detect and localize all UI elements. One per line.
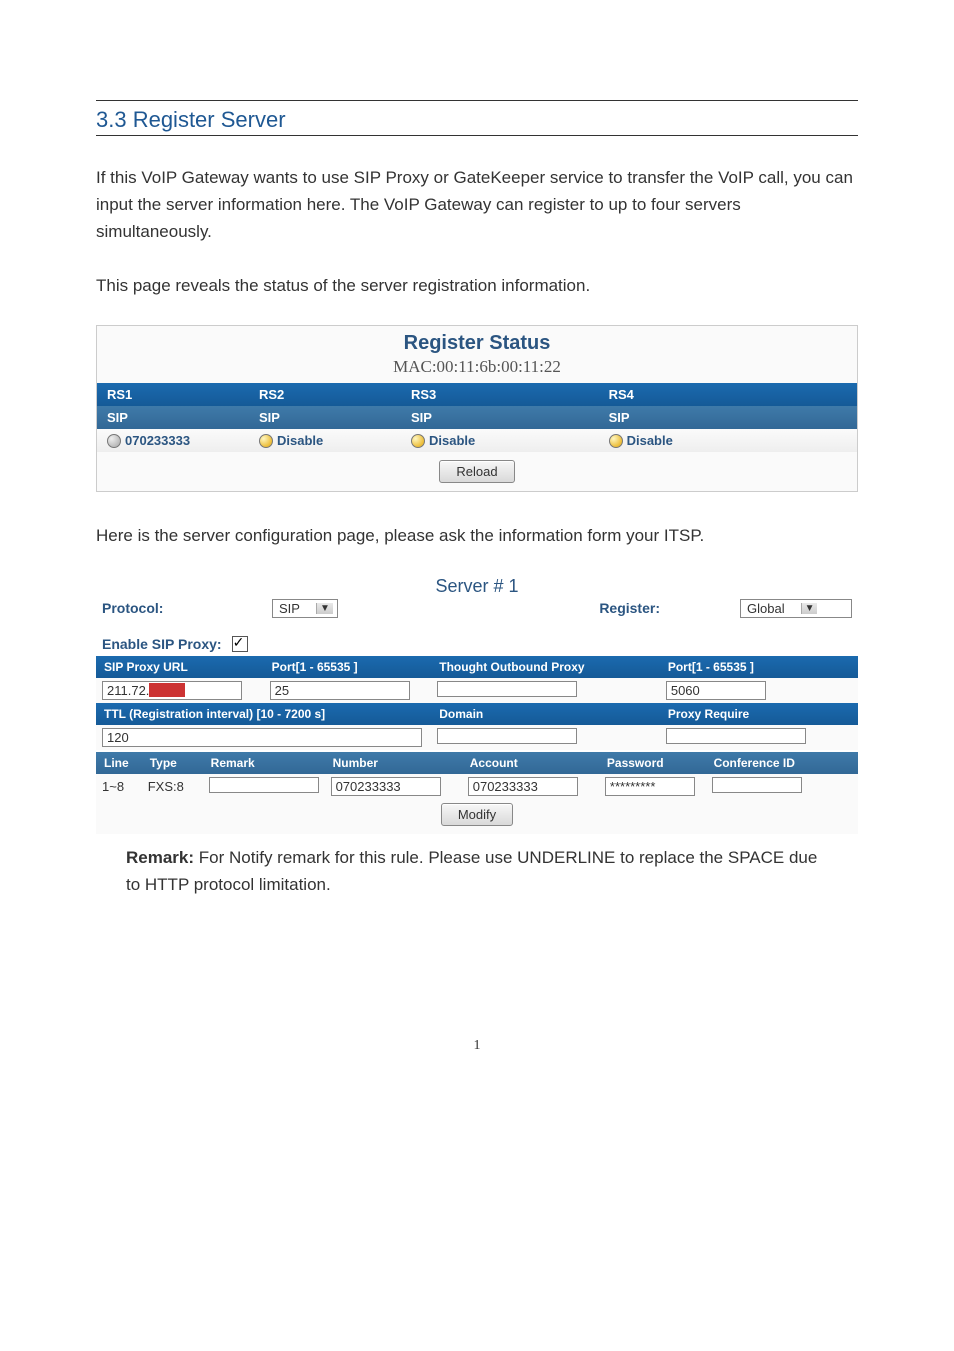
proxy-port-input[interactable]: 25 xyxy=(270,681,410,700)
domain-input[interactable] xyxy=(437,728,577,744)
rs4-status-text: Disable xyxy=(627,433,673,448)
rs2-status-text: Disable xyxy=(277,433,323,448)
outbound-port-header: Port[1 - 65535 ] xyxy=(660,656,858,678)
rs2-protocol: SIP xyxy=(249,406,401,429)
rs1-status-text: 070233333 xyxy=(125,433,190,448)
enable-sip-proxy-checkbox[interactable] xyxy=(232,636,248,652)
mac-address: MAC:00:11:6b:00:11:22 xyxy=(97,357,857,383)
account-input[interactable]: 070233333 xyxy=(468,777,578,796)
register-status-title: Register Status xyxy=(97,326,857,357)
protocol-select-value: SIP xyxy=(279,601,300,616)
remark-text: For Notify remark for this rule. Please … xyxy=(126,848,817,894)
line-table: Line Type Remark Number Account Password… xyxy=(96,752,858,799)
rs1-protocol: SIP xyxy=(97,406,249,429)
remark-header: Remark xyxy=(203,752,325,774)
enable-sip-proxy-label: Enable SIP Proxy: xyxy=(102,636,222,652)
type-header: Type xyxy=(142,752,203,774)
section-heading: 3.3 Register Server xyxy=(96,100,858,136)
protocol-select[interactable]: SIP ▼ xyxy=(272,599,338,618)
register-label: Register: xyxy=(599,600,660,616)
register-select[interactable]: Global ▼ xyxy=(740,599,852,618)
register-select-value: Global xyxy=(747,601,785,616)
conference-id-header: Conference ID xyxy=(706,752,858,774)
intro-para-2: This page reveals the status of the serv… xyxy=(96,272,858,299)
intro-para-3: Here is the server configuration page, p… xyxy=(96,522,858,549)
rs3-protocol: SIP xyxy=(401,406,599,429)
modify-button[interactable]: Modify xyxy=(441,803,513,826)
number-header: Number xyxy=(325,752,462,774)
status-led-icon xyxy=(107,434,121,448)
rs4-status: Disable xyxy=(599,429,857,453)
number-input[interactable]: 070233333 xyxy=(331,777,441,796)
rs3-status-text: Disable xyxy=(429,433,475,448)
account-header: Account xyxy=(462,752,599,774)
register-status-table: RS1 RS2 RS3 RS4 SIP SIP SIP SIP 07023333… xyxy=(97,383,857,453)
proxy-require-input[interactable] xyxy=(666,728,806,744)
redacted-block xyxy=(149,683,185,697)
status-led-icon xyxy=(411,434,425,448)
rs4-protocol: SIP xyxy=(599,406,857,429)
chevron-down-icon: ▼ xyxy=(316,603,333,614)
outbound-proxy-header: Thought Outbound Proxy xyxy=(431,656,660,678)
proxy-url-header: SIP Proxy URL xyxy=(96,656,264,678)
status-led-icon xyxy=(259,434,273,448)
password-input[interactable]: ********* xyxy=(605,777,695,796)
line-header: Line xyxy=(96,752,142,774)
rs1-header: RS1 xyxy=(97,383,249,406)
rs1-status: 070233333 xyxy=(97,429,249,453)
page-number: 1 xyxy=(96,1038,858,1054)
outbound-proxy-input[interactable] xyxy=(437,681,577,697)
rs2-header: RS2 xyxy=(249,383,401,406)
protocol-label: Protocol: xyxy=(102,600,262,616)
remark-input[interactable] xyxy=(209,777,319,793)
proxy-require-header: Proxy Require xyxy=(660,703,858,725)
reload-button[interactable]: Reload xyxy=(439,460,514,483)
remark-label: Remark: xyxy=(126,848,194,867)
domain-header: Domain xyxy=(431,703,660,725)
ttl-header: TTL (Registration interval) [10 - 7200 s… xyxy=(96,703,431,725)
proxy-port-header: Port[1 - 65535 ] xyxy=(264,656,432,678)
rs4-header: RS4 xyxy=(599,383,857,406)
proxy-table: SIP Proxy URL Port[1 - 65535 ] Thought O… xyxy=(96,656,858,750)
proxy-url-value: 211.72. xyxy=(107,683,149,698)
chevron-down-icon: ▼ xyxy=(801,603,818,614)
password-header: Password xyxy=(599,752,706,774)
intro-para-1: If this VoIP Gateway wants to use SIP Pr… xyxy=(96,164,858,246)
rs3-status: Disable xyxy=(401,429,599,453)
type-value: FXS:8 xyxy=(142,774,203,799)
status-led-icon xyxy=(609,434,623,448)
outbound-port-input[interactable]: 5060 xyxy=(666,681,766,700)
remark-para: Remark: For Notify remark for this rule.… xyxy=(96,844,858,898)
line-value: 1~8 xyxy=(96,774,142,799)
server-title: Server # 1 xyxy=(96,576,858,597)
proxy-url-input[interactable]: 211.72. xyxy=(102,681,242,700)
ttl-input[interactable]: 120 xyxy=(102,728,422,747)
server-config-panel: Server # 1 Protocol: SIP ▼ Register: Glo… xyxy=(96,576,858,834)
rs2-status: Disable xyxy=(249,429,401,453)
rs3-header: RS3 xyxy=(401,383,599,406)
conference-id-input[interactable] xyxy=(712,777,802,793)
register-status-panel: Register Status MAC:00:11:6b:00:11:22 RS… xyxy=(96,325,858,493)
